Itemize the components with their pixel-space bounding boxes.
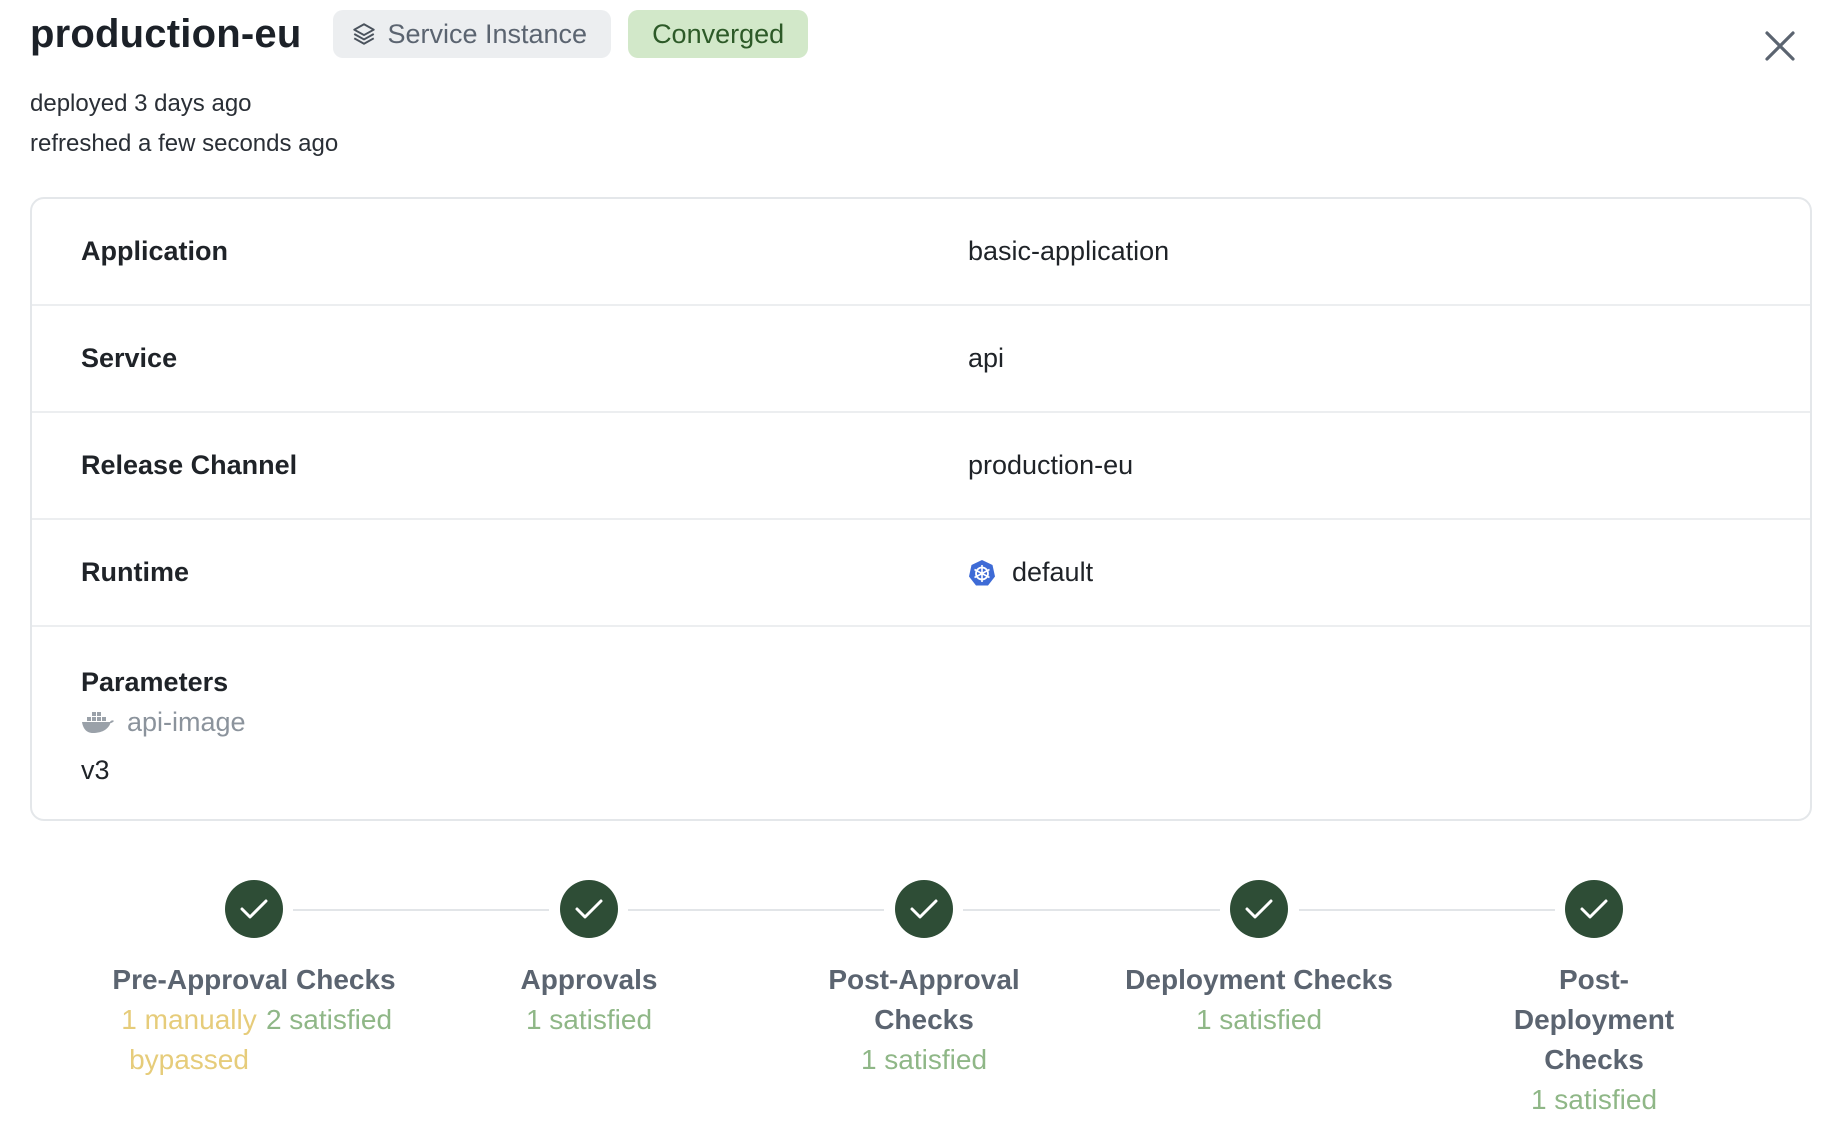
checkmark-icon (240, 899, 268, 919)
panel-header: production-eu Service Instance Converged… (30, 0, 1832, 170)
step-approvals[interactable]: Approvals 1 satisfied (424, 880, 754, 1040)
page-title: production-eu (30, 11, 302, 56)
detail-row-service: Service api (32, 306, 1810, 413)
detail-value: default (1012, 557, 1094, 587)
step-name: Deployment Checks (1125, 964, 1393, 995)
release-channel-link[interactable]: production-eu (968, 450, 1133, 481)
detail-value: api (968, 343, 1005, 373)
docker-icon (82, 712, 114, 733)
step-name: Post-Approval Checks (828, 964, 1020, 1035)
approval-stepper: Pre-Approval Checks 1 manually bypassed … (0, 880, 1832, 1134)
checkmark-icon (910, 899, 938, 919)
bypassed-count: 1 manually bypassed (121, 1004, 257, 1075)
close-button[interactable] (1756, 22, 1804, 70)
detail-row-release-channel: Release Channel production-eu (32, 413, 1810, 520)
satisfied-count: 1 satisfied (860, 1044, 988, 1075)
step-name: Approvals (520, 964, 658, 995)
detail-value: production-eu (968, 450, 1134, 480)
step-pre-approval-checks[interactable]: Pre-Approval Checks 1 manually bypassed … (89, 880, 419, 1080)
parameters-section: Parameters api-image v3 (32, 627, 1810, 787)
detail-label: Service (81, 343, 178, 373)
parameter-value: v3 (81, 755, 110, 785)
status-badge: Converged (628, 10, 809, 58)
satisfied-count: 1 satisfied (1530, 1084, 1658, 1115)
type-badge: Service Instance (333, 10, 612, 58)
checkmark-icon (575, 899, 603, 919)
checkmark-icon (1245, 899, 1273, 919)
step-complete-indicator (1565, 880, 1623, 938)
detail-label: Runtime (81, 557, 189, 587)
step-deployment-checks[interactable]: Deployment Checks 1 satisfied (1094, 880, 1424, 1040)
step-post-approval-checks[interactable]: Post-Approval Checks 1 satisfied (759, 880, 1089, 1080)
kubernetes-icon (969, 559, 995, 585)
step-complete-indicator (1230, 880, 1288, 938)
detail-label: Release Channel (81, 450, 298, 480)
service-link[interactable]: api (968, 343, 1004, 374)
step-name: Post-Deployment Checks (1513, 964, 1675, 1075)
detail-label: Application (81, 236, 228, 266)
runtime-link[interactable]: default (968, 557, 1093, 588)
detail-value: basic-application (968, 236, 1170, 266)
step-stats: 1 manually bypassed 2 satisfied (89, 1000, 419, 1080)
detail-row-runtime: Runtime default (32, 520, 1810, 627)
parameter-name-label: api-image (127, 707, 246, 737)
refreshed-time: refreshed a few seconds ago (30, 130, 339, 157)
type-badge-label: Service Instance (387, 18, 588, 49)
application-link[interactable]: basic-application (968, 236, 1169, 267)
satisfied-count: 1 satisfied (525, 1004, 653, 1035)
close-icon (1765, 31, 1795, 61)
title-row: production-eu Service Instance Converged (30, 0, 1832, 68)
satisfied-count: 1 satisfied (1195, 1004, 1323, 1035)
checkmark-icon (1580, 899, 1608, 919)
step-complete-indicator (225, 880, 283, 938)
layers-icon (353, 23, 376, 45)
step-complete-indicator (895, 880, 953, 938)
step-complete-indicator (560, 880, 618, 938)
step-name: Pre-Approval Checks (112, 964, 396, 995)
details-card: Application basic-application Service ap… (30, 197, 1812, 821)
parameters-label: Parameters (81, 667, 229, 697)
detail-row-application: Application basic-application (32, 199, 1810, 306)
satisfied-count: 2 satisfied (265, 1004, 393, 1035)
step-post-deployment-checks[interactable]: Post-Deployment Checks 1 satisfied (1429, 880, 1759, 1120)
parameter-name: api-image (81, 705, 1810, 739)
deployed-time: deployed 3 days ago (30, 90, 252, 117)
